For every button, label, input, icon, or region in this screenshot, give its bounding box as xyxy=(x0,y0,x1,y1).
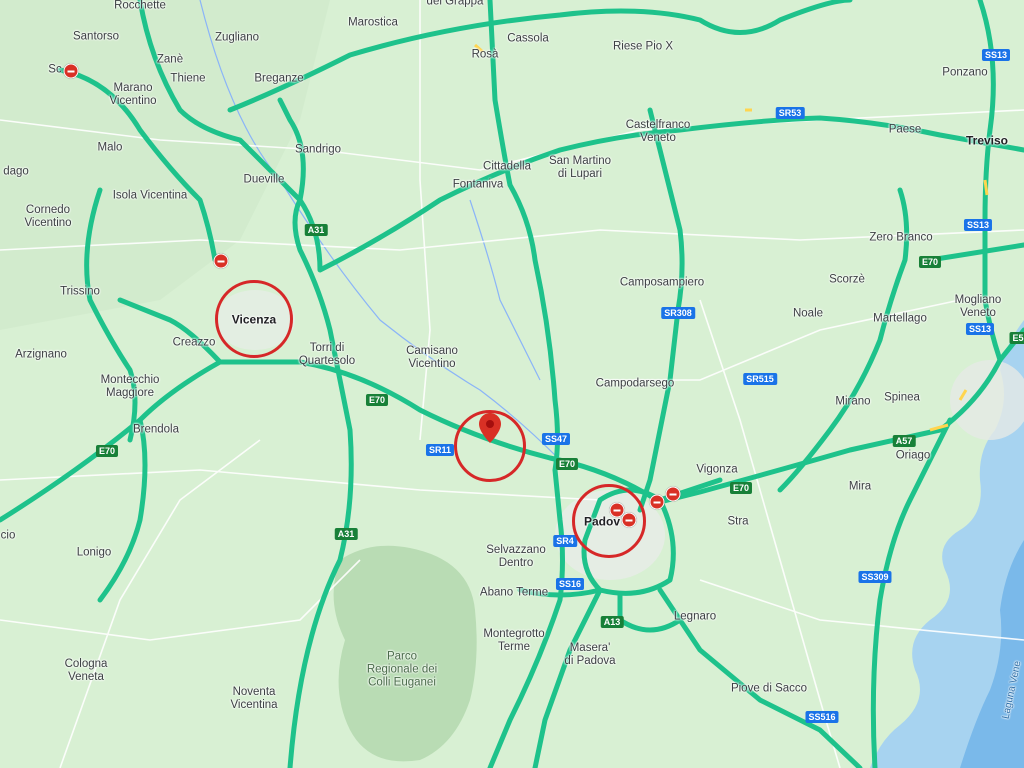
place-label[interactable]: Castelfranco Veneto xyxy=(626,119,691,145)
place-label[interactable]: Santorso xyxy=(73,31,119,44)
place-label[interactable]: Paese xyxy=(889,124,922,137)
road-closed-icon[interactable] xyxy=(63,63,79,79)
place-label[interactable]: del Grappa xyxy=(427,0,484,9)
road-shield: SS13 xyxy=(965,323,995,335)
road-shield: E5 xyxy=(1009,332,1024,344)
road-shield: A31 xyxy=(334,528,358,540)
highlight-circle xyxy=(572,484,646,558)
place-label[interactable]: Mira xyxy=(849,481,871,494)
place-label[interactable]: dago xyxy=(3,166,29,179)
road-shield: SS16 xyxy=(555,578,585,590)
place-label[interactable]: Mogliano Veneto xyxy=(955,294,1002,320)
place-label[interactable]: Noventa Vicentina xyxy=(230,686,277,712)
road-shield: A57 xyxy=(892,435,916,447)
place-label[interactable]: Riese Pio X xyxy=(613,41,673,54)
place-label[interactable]: Zanè xyxy=(157,54,183,67)
place-label[interactable]: Rosà xyxy=(472,49,499,62)
road-shield: E70 xyxy=(95,445,119,457)
place-label[interactable]: Camposampiero xyxy=(620,277,704,290)
road-shield: E70 xyxy=(555,458,579,470)
road-shield: SR11 xyxy=(425,444,455,456)
road-shield: SS516 xyxy=(805,711,839,723)
place-label[interactable]: Malo xyxy=(98,142,123,155)
place-label[interactable]: Piove di Sacco xyxy=(731,683,807,696)
place-label[interactable]: Noale xyxy=(793,308,823,321)
location-pin-icon[interactable] xyxy=(479,413,501,448)
place-label[interactable]: Montecchio Maggiore xyxy=(101,374,160,400)
place-label[interactable]: Abano Terme xyxy=(480,587,548,600)
road-shield: A13 xyxy=(600,616,624,628)
location-pin-icon-shape xyxy=(479,413,501,443)
road-shield: SR53 xyxy=(775,107,805,119)
road-shield: SS13 xyxy=(963,219,993,231)
road-shield: E70 xyxy=(918,256,942,268)
traffic-map[interactable]: Rocchette del Grappa Marostica Santorso Zanè… xyxy=(0,0,1024,768)
place-label[interactable]: Trissino xyxy=(60,286,100,299)
place-label[interactable]: Oriago xyxy=(896,450,931,463)
road-shield: SR4 xyxy=(553,535,577,547)
place-label[interactable]: Cologna Veneta xyxy=(65,658,108,684)
road-shield: E70 xyxy=(365,394,389,406)
place-label[interactable]: Creazzo xyxy=(173,337,216,350)
place-label[interactable]: Lonigo xyxy=(77,547,112,560)
place-label[interactable]: cio xyxy=(1,530,16,543)
place-label[interactable]: Campodarsego xyxy=(596,378,675,391)
road-closed-icon[interactable] xyxy=(213,253,229,269)
highlight-circle xyxy=(215,280,293,358)
place-label[interactable]: Fontaniva xyxy=(453,179,504,192)
place-label[interactable]: Montegrotto Terme xyxy=(483,628,544,654)
road-shield: E70 xyxy=(729,482,753,494)
place-label[interactable]: Isola Vicentina xyxy=(113,190,188,203)
road-shield: A31 xyxy=(304,224,328,236)
place-label[interactable]: Brendola xyxy=(133,424,179,437)
place-label[interactable]: Mirano xyxy=(835,396,870,409)
place-label[interactable]: Zero Branco xyxy=(869,232,932,245)
place-label[interactable]: Breganze xyxy=(254,73,303,86)
place-label[interactable]: Spinea xyxy=(884,392,920,405)
place-label[interactable]: Sc xyxy=(48,64,61,77)
place-label[interactable]: Rocchette xyxy=(114,0,166,13)
place-label[interactable]: Marostica xyxy=(348,17,398,30)
place-label[interactable]: Martellago xyxy=(873,313,927,326)
place-label[interactable]: Vigonza xyxy=(696,464,737,477)
place-label[interactable]: Camisano Vicentino xyxy=(406,345,458,371)
place-label[interactable]: Marano Vicentino xyxy=(109,82,156,108)
road-closed-icon[interactable] xyxy=(649,494,665,510)
place-label[interactable]: Cassola xyxy=(507,33,549,46)
place-label[interactable]: Thiene xyxy=(170,73,205,86)
place-label[interactable]: Parco Regionale dei Colli Euganei xyxy=(367,651,437,690)
place-label[interactable]: Zugliano xyxy=(215,32,259,45)
road-closed-icon[interactable] xyxy=(665,486,681,502)
place-label[interactable]: Stra xyxy=(727,516,748,529)
place-label[interactable]: Scorzè xyxy=(829,274,865,287)
place-label[interactable]: Masera' di Padova xyxy=(564,642,615,668)
place-label[interactable]: Cittadella xyxy=(483,161,531,174)
place-label[interactable]: Cornedo Vicentino xyxy=(24,204,71,230)
road-shield: SR515 xyxy=(743,373,777,385)
place-label[interactable]: San Martino di Lupari xyxy=(549,155,611,181)
road-shield: SS13 xyxy=(981,49,1011,61)
place-label[interactable]: Sandrigo xyxy=(295,144,341,157)
place-label[interactable]: Torri di Quartesolo xyxy=(299,342,355,368)
road-shield: SS309 xyxy=(858,571,892,583)
place-label[interactable]: Arzignano xyxy=(15,349,67,362)
place-label[interactable]: Legnaro xyxy=(674,611,716,624)
place-label[interactable]: Treviso xyxy=(966,134,1008,148)
place-label[interactable]: Ponzano xyxy=(942,67,987,80)
road-shield: SS47 xyxy=(541,433,571,445)
place-label[interactable]: Selvazzano Dentro xyxy=(486,544,545,570)
place-label[interactable]: Dueville xyxy=(244,174,285,187)
road-shield: SR308 xyxy=(661,307,695,319)
